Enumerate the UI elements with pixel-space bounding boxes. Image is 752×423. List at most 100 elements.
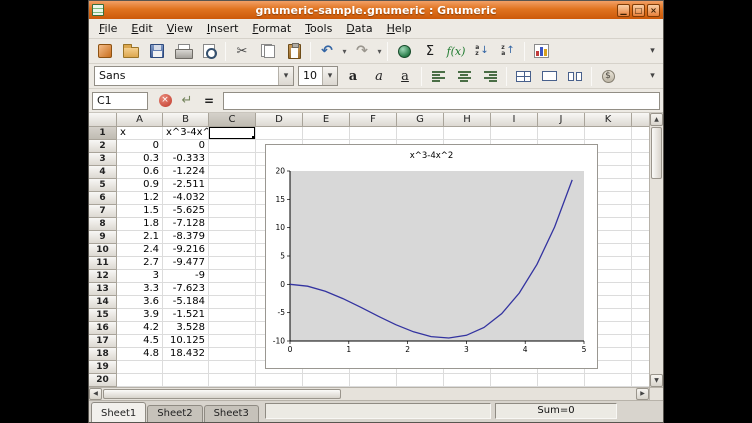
row-header-18[interactable]: 18 — [89, 348, 117, 361]
formula-input[interactable] — [223, 92, 660, 110]
vertical-scroll-thumb[interactable] — [651, 127, 662, 179]
cell-B12[interactable]: -9 — [163, 270, 209, 283]
cell-B1[interactable]: x^3-4x^2 — [163, 127, 209, 140]
cell-C19[interactable] — [209, 361, 256, 374]
enter-button[interactable]: ↵ — [176, 91, 198, 111]
redo-button[interactable]: ↷ — [350, 40, 374, 62]
column-header-G[interactable]: G — [397, 113, 444, 127]
row-header-14[interactable]: 14 — [89, 296, 117, 309]
row-header-3[interactable]: 3 — [89, 153, 117, 166]
column-header-D[interactable]: D — [256, 113, 303, 127]
cell-A5[interactable]: 0.9 — [117, 179, 163, 192]
menu-format[interactable]: Format — [245, 20, 298, 37]
scroll-down-button[interactable]: ▼ — [650, 374, 663, 387]
scroll-up-button[interactable]: ▲ — [650, 113, 663, 126]
cell-C14[interactable] — [209, 296, 256, 309]
split-cells-button[interactable] — [563, 65, 587, 87]
money-format-button[interactable]: $ — [596, 65, 620, 87]
cell-B11[interactable]: -9.477 — [163, 257, 209, 270]
size-combo-arrow-icon[interactable]: ▾ — [322, 67, 337, 85]
print-preview-button[interactable] — [197, 40, 221, 62]
row-header-1[interactable]: 1 — [89, 127, 117, 140]
row-header-9[interactable]: 9 — [89, 231, 117, 244]
cell-C1[interactable] — [209, 127, 256, 140]
cell-D1[interactable] — [256, 127, 303, 140]
align-left-button[interactable] — [426, 65, 450, 87]
cell-C7[interactable] — [209, 205, 256, 218]
column-header-C[interactable]: C — [209, 113, 256, 127]
cell-I1[interactable] — [491, 127, 538, 140]
select-all-corner[interactable] — [89, 113, 117, 127]
cell-C8[interactable] — [209, 218, 256, 231]
cell-C6[interactable] — [209, 192, 256, 205]
cell-A7[interactable]: 1.5 — [117, 205, 163, 218]
cell-B20[interactable] — [163, 374, 209, 387]
insert-chart-button[interactable] — [529, 40, 553, 62]
cell-A9[interactable]: 2.1 — [117, 231, 163, 244]
cell-B15[interactable]: -1.521 — [163, 309, 209, 322]
row-header-7[interactable]: 7 — [89, 205, 117, 218]
row-header-11[interactable]: 11 — [89, 257, 117, 270]
cell-C12[interactable] — [209, 270, 256, 283]
font-combo-arrow-icon[interactable]: ▾ — [278, 67, 293, 85]
cell-A12[interactable]: 3 — [117, 270, 163, 283]
center-across-selection-button[interactable] — [511, 65, 535, 87]
row-header-19[interactable]: 19 — [89, 361, 117, 374]
sort-ascending-button[interactable]: az ↓ — [470, 40, 494, 62]
horizontal-scrollbar[interactable]: ◀ ▶ — [89, 387, 649, 400]
cell-B19[interactable] — [163, 361, 209, 374]
cell-A3[interactable]: 0.3 — [117, 153, 163, 166]
menu-tools[interactable]: Tools — [298, 20, 339, 37]
cell-C16[interactable] — [209, 322, 256, 335]
chart-object[interactable]: -10-505101520012345x^3-4x^2 — [265, 144, 598, 369]
cell-B13[interactable]: -7.623 — [163, 283, 209, 296]
scroll-left-button[interactable]: ◀ — [89, 388, 102, 400]
undo-button[interactable]: ↶ — [315, 40, 339, 62]
cell-B2[interactable]: 0 — [163, 140, 209, 153]
cell-C17[interactable] — [209, 335, 256, 348]
cell-F1[interactable] — [350, 127, 397, 140]
cell-E1[interactable] — [303, 127, 350, 140]
print-button[interactable] — [171, 40, 195, 62]
tab-sheet1[interactable]: Sheet1 — [91, 402, 146, 422]
cell-A1[interactable]: x — [117, 127, 163, 140]
cell-C3[interactable] — [209, 153, 256, 166]
copy-button[interactable] — [256, 40, 280, 62]
redo-dropdown-button[interactable]: ▾ — [375, 40, 384, 62]
cell-B3[interactable]: -0.333 — [163, 153, 209, 166]
menu-data[interactable]: Data — [339, 20, 379, 37]
cell-E20[interactable] — [303, 374, 350, 387]
column-header-I[interactable]: I — [491, 113, 538, 127]
column-header-E[interactable]: E — [303, 113, 350, 127]
cell-A10[interactable]: 2.4 — [117, 244, 163, 257]
row-header-2[interactable]: 2 — [89, 140, 117, 153]
cell-C18[interactable] — [209, 348, 256, 361]
open-button[interactable] — [119, 40, 143, 62]
equals-button[interactable]: = — [198, 91, 220, 111]
cell-A16[interactable]: 4.2 — [117, 322, 163, 335]
cell-K1[interactable] — [585, 127, 632, 140]
align-center-button[interactable] — [452, 65, 476, 87]
row-header-10[interactable]: 10 — [89, 244, 117, 257]
cell-C11[interactable] — [209, 257, 256, 270]
horizontal-scroll-track[interactable] — [342, 388, 636, 400]
cell-B10[interactable]: -9.216 — [163, 244, 209, 257]
cell-B14[interactable]: -5.184 — [163, 296, 209, 309]
cell-A13[interactable]: 3.3 — [117, 283, 163, 296]
row-header-5[interactable]: 5 — [89, 179, 117, 192]
menu-insert[interactable]: Insert — [200, 20, 246, 37]
minimize-button[interactable]: ▁ — [617, 4, 630, 17]
cell-A19[interactable] — [117, 361, 163, 374]
row-header-4[interactable]: 4 — [89, 166, 117, 179]
menu-edit[interactable]: Edit — [124, 20, 159, 37]
cell-A14[interactable]: 3.6 — [117, 296, 163, 309]
cut-button[interactable]: ✂ — [230, 40, 254, 62]
cell-K20[interactable] — [585, 374, 632, 387]
font-size-combo[interactable]: 10 ▾ — [298, 66, 338, 86]
cell-B6[interactable]: -4.032 — [163, 192, 209, 205]
vertical-scrollbar[interactable]: ▲ ▼ — [649, 113, 663, 387]
cell-B17[interactable]: 10.125 — [163, 335, 209, 348]
cell-C5[interactable] — [209, 179, 256, 192]
cell-I20[interactable] — [491, 374, 538, 387]
cell-C10[interactable] — [209, 244, 256, 257]
